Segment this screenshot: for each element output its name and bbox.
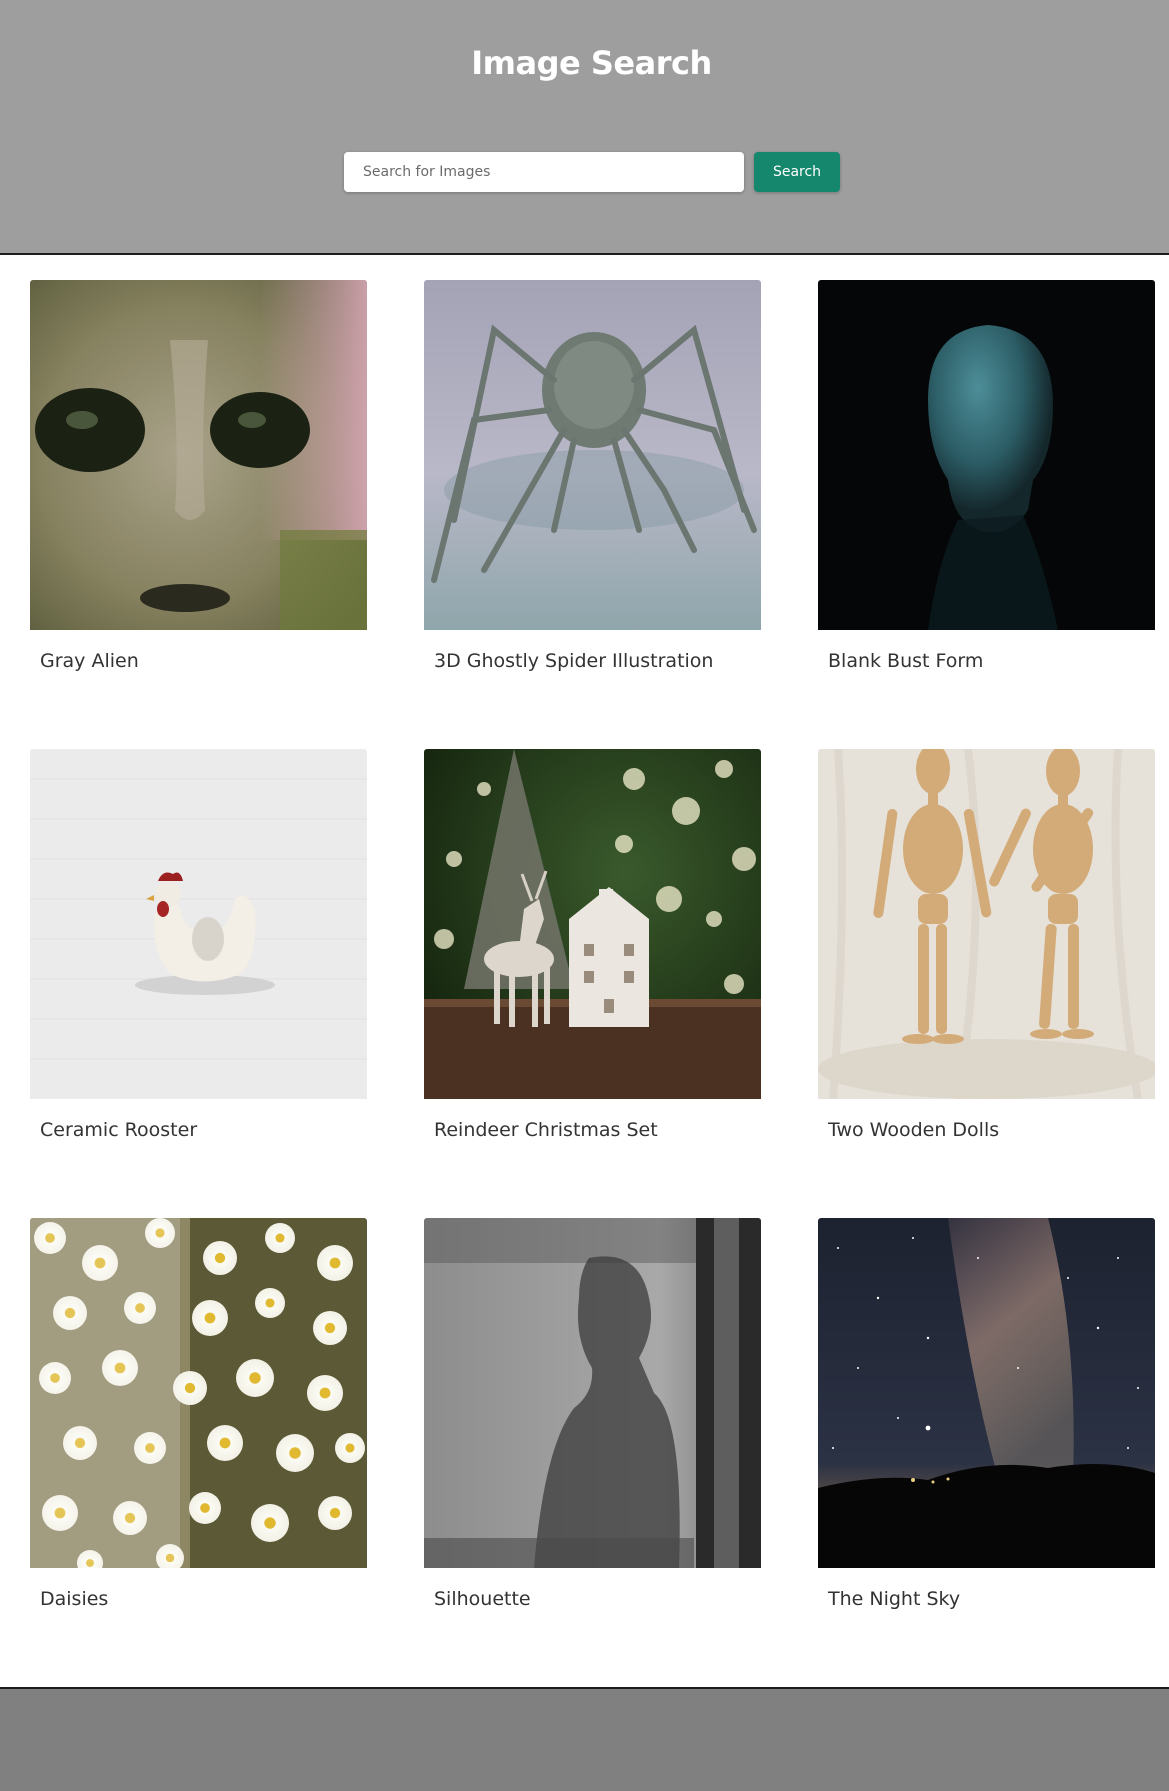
image-blank-bust[interactable]	[818, 280, 1155, 630]
image-card[interactable]: Silhouette	[424, 1218, 762, 1658]
image-silhouette[interactable]	[424, 1218, 761, 1568]
image-ceramic-rooster[interactable]	[30, 749, 367, 1099]
image-caption: Gray Alien	[40, 650, 139, 672]
image-daisies[interactable]	[30, 1218, 367, 1568]
image-caption: Daisies	[40, 1588, 109, 1610]
image-reindeer-christmas-set[interactable]	[424, 749, 761, 1099]
image-card[interactable]: Ceramic Rooster	[30, 749, 368, 1189]
image-card[interactable]: Reindeer Christmas Set	[424, 749, 762, 1189]
image-caption: Reindeer Christmas Set	[434, 1119, 658, 1141]
image-card[interactable]: 3D Ghostly Spider Illustration	[424, 280, 762, 720]
image-card[interactable]: Daisies	[30, 1218, 368, 1658]
image-caption: Blank Bust Form	[828, 650, 984, 672]
image-card[interactable]: Two Wooden Dolls	[818, 749, 1156, 1189]
image-caption: Two Wooden Dolls	[828, 1119, 1000, 1141]
image-night-sky[interactable]	[818, 1218, 1155, 1568]
image-card[interactable]: The Night Sky	[818, 1218, 1156, 1658]
image-card[interactable]: Blank Bust Form	[818, 280, 1156, 720]
image-caption: Silhouette	[434, 1588, 531, 1610]
image-card[interactable]: Gray Alien	[30, 280, 368, 720]
page-footer	[0, 1687, 1169, 1791]
image-caption: 3D Ghostly Spider Illustration	[434, 650, 714, 672]
image-caption: Ceramic Rooster	[40, 1119, 198, 1141]
search-button[interactable]: Search	[754, 152, 840, 192]
page-title: Image Search	[471, 44, 712, 82]
image-ghostly-spider[interactable]	[424, 280, 761, 630]
image-caption: The Night Sky	[828, 1588, 961, 1610]
image-two-wooden-dolls[interactable]	[818, 749, 1155, 1099]
search-input[interactable]	[344, 152, 744, 192]
page-header: Image Search Search	[0, 0, 1169, 255]
image-gray-alien[interactable]	[30, 280, 367, 630]
